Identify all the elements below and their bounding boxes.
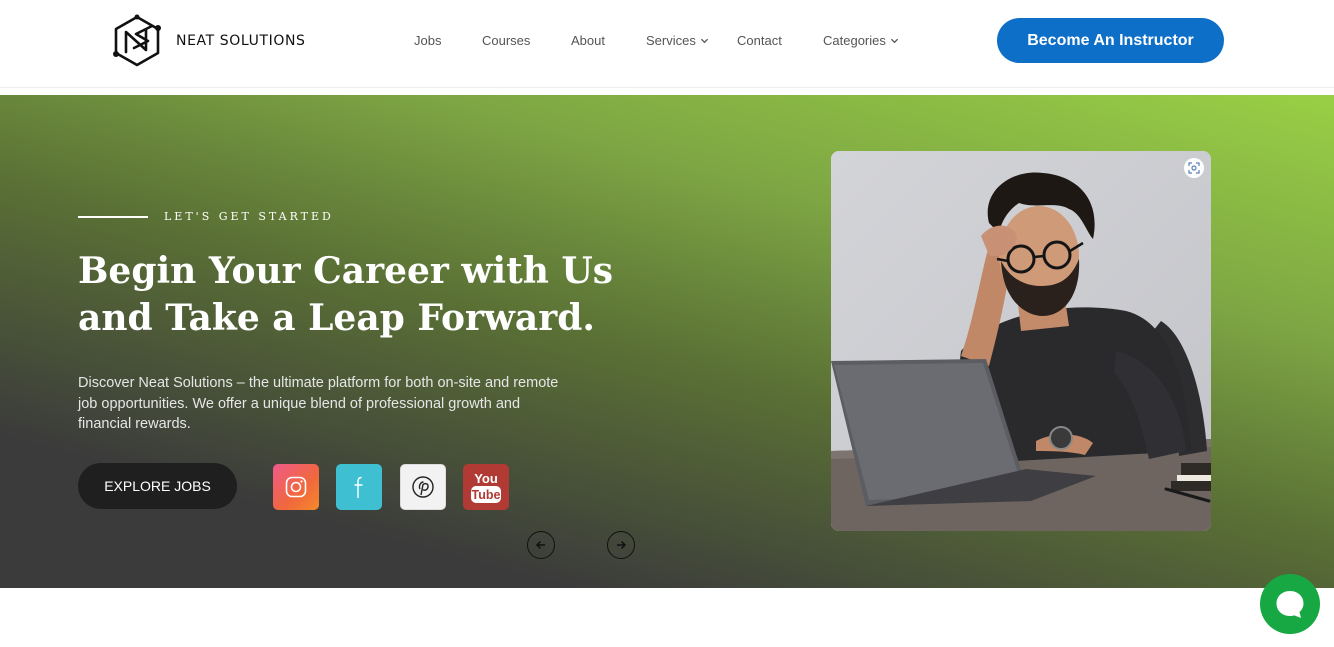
arrow-right-icon	[617, 540, 627, 550]
nav-item-about[interactable]: About	[571, 33, 605, 48]
hero-description: Discover Neat Solutions – the ultimate p…	[78, 375, 559, 432]
facebook-link[interactable]	[336, 464, 382, 510]
eyebrow-divider	[78, 216, 148, 218]
hero-section: LET'S GET STARTED Begin Your Career with…	[0, 95, 1334, 588]
nav-item-courses[interactable]: Courses	[482, 33, 530, 48]
arrow-left-icon	[535, 540, 545, 550]
nav-item-services[interactable]: Services	[646, 33, 709, 48]
hero-eyebrow: LET'S GET STARTED	[164, 210, 334, 223]
nav-label: Contact	[737, 33, 782, 48]
youtube-text-top: You	[474, 471, 498, 486]
scan-icon	[1188, 162, 1200, 174]
become-instructor-button[interactable]: Become An Instructor	[997, 18, 1224, 63]
youtube-text-bottom: Tube	[472, 488, 501, 502]
instagram-link[interactable]	[273, 464, 319, 510]
site-header: NEAT SOLUTIONS Jobs Courses About Servic…	[0, 0, 1334, 88]
nav-label: Categories	[823, 33, 886, 48]
pinterest-icon	[412, 476, 434, 498]
man-with-laptop-illustration	[831, 151, 1211, 531]
hero-photo	[831, 151, 1211, 531]
nav-label: About	[571, 33, 605, 48]
hero-title-line-2: and Take a Leap Forward.	[78, 297, 595, 339]
hero-title-line-1: Begin Your Career with Us	[78, 250, 614, 292]
chat-widget-button[interactable]	[1260, 574, 1320, 634]
explore-jobs-button[interactable]: EXPLORE JOBS	[78, 463, 237, 509]
youtube-icon: You Tube	[471, 471, 501, 503]
facebook-icon	[354, 476, 363, 498]
youtube-link[interactable]: You Tube	[463, 464, 509, 510]
hero-title: Begin Your Career with Us and Take a Lea…	[78, 248, 698, 342]
instagram-icon	[285, 476, 307, 498]
nav-item-jobs[interactable]: Jobs	[414, 33, 441, 48]
nav-label: Services	[646, 33, 696, 48]
chat-bubble-icon	[1276, 591, 1304, 618]
nav-item-contact[interactable]: Contact	[737, 33, 782, 48]
chevron-down-icon	[890, 38, 898, 44]
chevron-down-icon	[700, 38, 708, 44]
nav-label: Courses	[482, 33, 531, 48]
pinterest-link[interactable]	[400, 464, 446, 510]
nav-item-categories[interactable]: Categories	[823, 33, 899, 48]
slider-next-button[interactable]	[607, 531, 635, 559]
image-scan-button[interactable]	[1184, 158, 1204, 178]
nav-label: Jobs	[414, 33, 442, 48]
slider-prev-button[interactable]	[527, 531, 555, 559]
